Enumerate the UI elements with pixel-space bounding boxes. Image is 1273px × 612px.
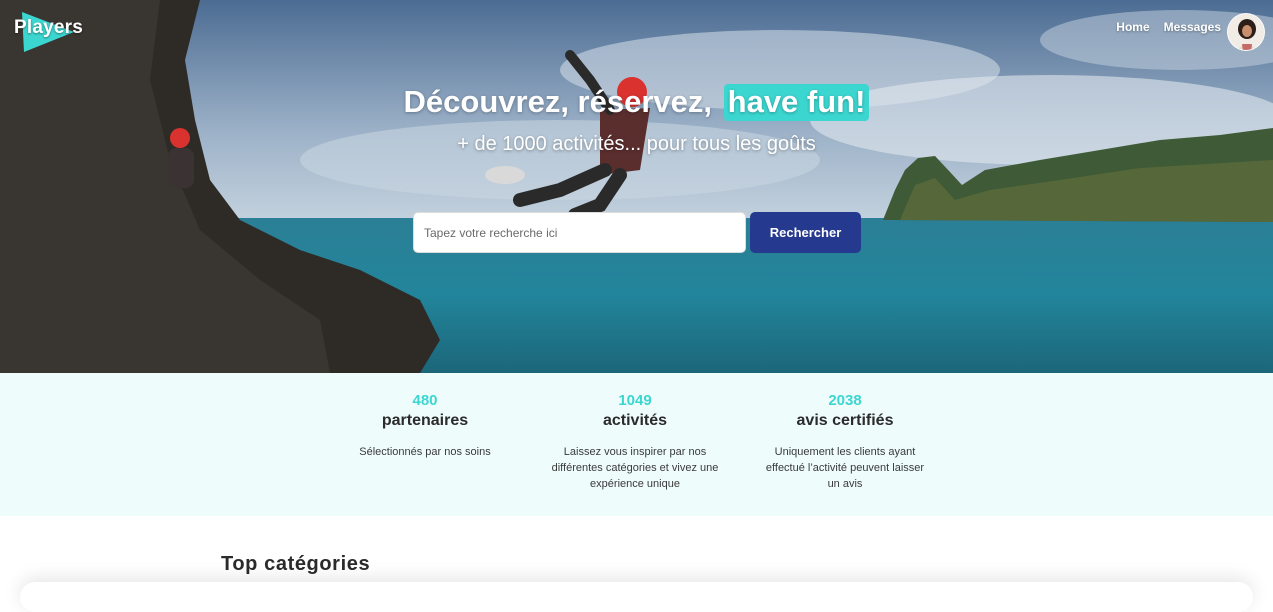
stat-description: Uniquement les clients ayant effectué l’… (765, 446, 925, 490)
top-nav: Home Messages (1116, 20, 1221, 34)
stat-reviews: 2038 avis certifiés Uniquement les clien… (760, 392, 930, 492)
stats-section: 480 partenaires Sélectionnés par nos soi… (0, 373, 1273, 516)
stat-number: 480 (412, 392, 438, 409)
nav-home-link[interactable]: Home (1116, 20, 1149, 34)
search-input[interactable] (413, 212, 746, 253)
top-categories-heading: Top catégories (221, 553, 371, 575)
avatar[interactable] (1227, 13, 1265, 51)
search-button[interactable]: Rechercher (750, 212, 861, 253)
nav-messages-link[interactable]: Messages (1164, 20, 1221, 34)
hero-title-text: Découvrez, réservez, (403, 84, 713, 119)
stat-activities: 1049 activités Laissez vous inspirer par… (550, 392, 720, 492)
hero-banner: Players Home Messages Découvrez, réserve… (0, 0, 1273, 373)
stat-label: avis certifiés (796, 412, 894, 429)
categories-carousel-edge (20, 582, 1253, 612)
stat-number: 1049 (618, 392, 652, 409)
hero-title: Découvrez, réservez, have fun! (0, 84, 1273, 121)
hero-title-highlight: have fun! (723, 84, 870, 121)
stat-label: activités (602, 412, 668, 429)
stat-number: 2038 (828, 392, 862, 409)
hero-subtitle: + de 1000 activités... pour tous les goû… (457, 133, 816, 155)
hero-background-image (0, 0, 1273, 373)
stat-partners: 480 partenaires Sélectionnés par nos soi… (340, 392, 510, 460)
stat-description: Laissez vous inspirer par nos différente… (551, 446, 719, 490)
stat-description: Sélectionnés par nos soins (359, 446, 491, 458)
logo-text[interactable]: Players (14, 17, 83, 39)
stat-label: partenaires (381, 412, 469, 429)
